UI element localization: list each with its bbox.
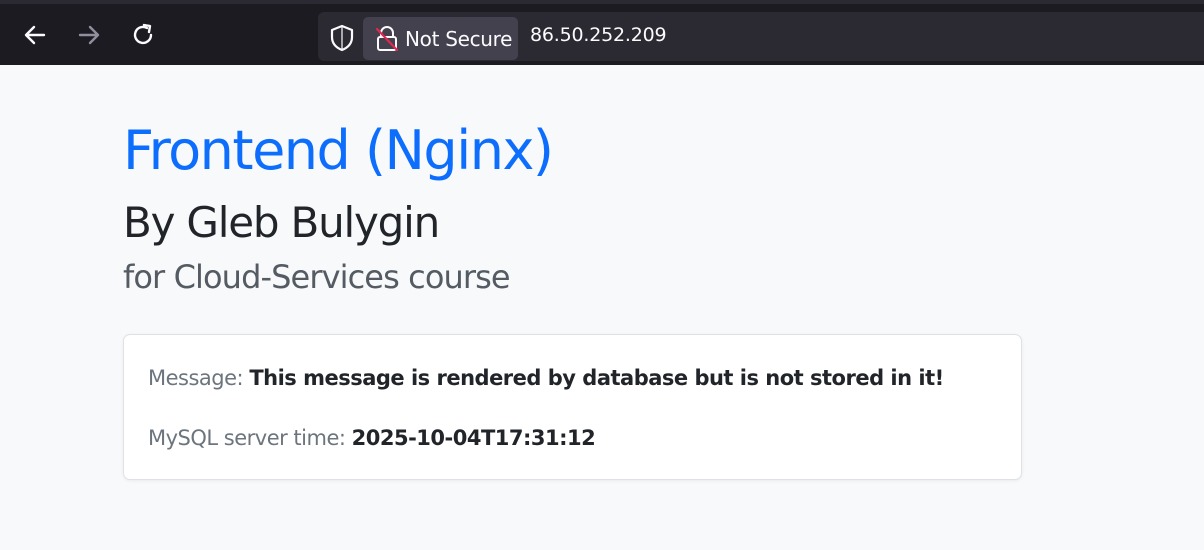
info-card: Message: This message is rendered by dat… (123, 334, 1022, 480)
site-security-indicator[interactable]: Not Secure (363, 17, 518, 60)
author-heading: By Gleb Bulygin (123, 198, 440, 247)
arrow-right-icon (78, 25, 100, 45)
server-time-row: MySQL server time: 2025-10-04T17:31:12 (148, 426, 596, 450)
message-value: This message is rendered by database but… (249, 366, 944, 390)
course-heading: for Cloud-Services course (123, 258, 511, 296)
reload-button[interactable] (126, 18, 160, 52)
back-button[interactable] (18, 18, 52, 52)
browser-toolbar: Not Secure 86.50.252.209 (0, 0, 1204, 65)
shield-icon (330, 24, 354, 52)
forward-button[interactable] (72, 18, 106, 52)
server-time-label: MySQL server time: (148, 426, 346, 450)
arrow-left-icon (24, 25, 46, 45)
security-label: Not Secure (405, 26, 513, 51)
reload-icon (133, 23, 153, 45)
insecure-lock-icon (375, 25, 399, 51)
message-row: Message: This message is rendered by dat… (148, 366, 944, 390)
server-time-value: 2025-10-04T17:31:12 (351, 426, 596, 450)
page-title: Frontend (Nginx) (123, 119, 554, 182)
url-text[interactable]: 86.50.252.209 (530, 24, 667, 46)
message-label: Message: (148, 366, 244, 390)
tracking-protection-button[interactable] (328, 24, 356, 52)
